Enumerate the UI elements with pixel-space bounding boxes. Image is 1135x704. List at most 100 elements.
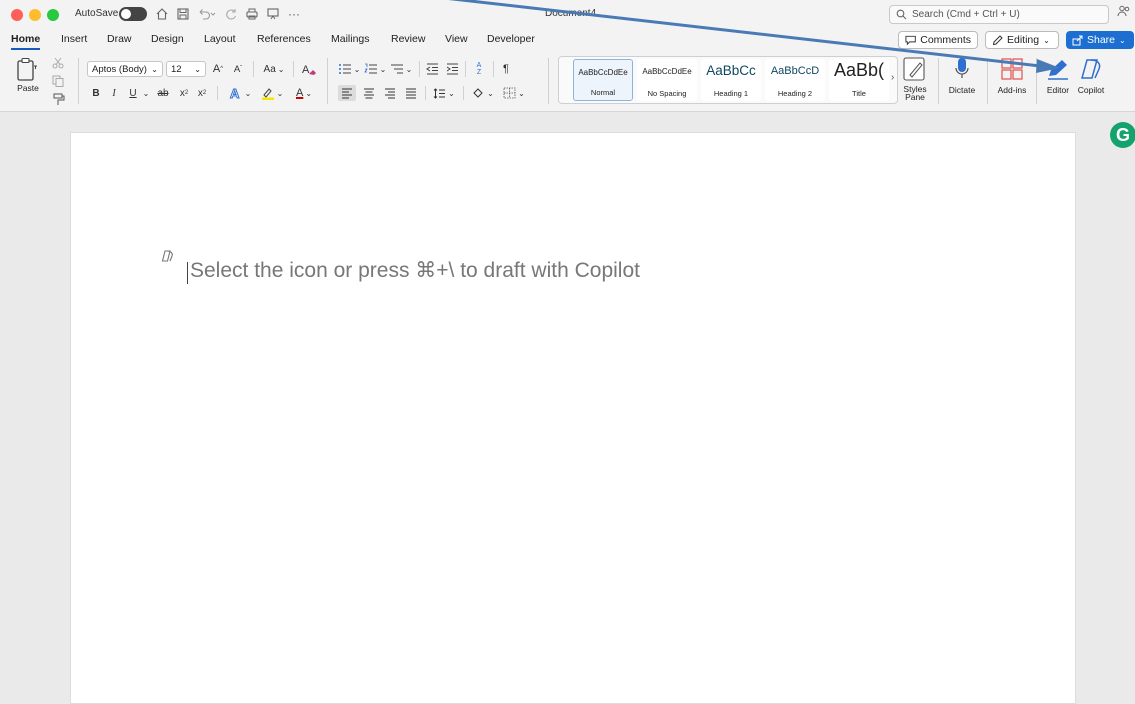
ribbon-separator	[293, 61, 294, 77]
more-commands-icon[interactable]: ···	[285, 4, 303, 24]
show-formatting-button[interactable]: ¶	[499, 60, 513, 78]
align-center-button[interactable]	[360, 85, 378, 101]
shrink-font-button[interactable]: Aˇ	[230, 60, 246, 78]
justify-button[interactable]	[402, 85, 420, 101]
tab-home[interactable]: Home	[11, 33, 41, 50]
tab-design[interactable]: Design	[151, 33, 184, 45]
style-title[interactable]: AaBb( Title	[829, 59, 889, 101]
tab-insert[interactable]: Insert	[61, 33, 87, 45]
title-bar: AutoSave ··· Document4 Search (Cmd + Ctr…	[0, 0, 1135, 28]
font-name-dropdown[interactable]: Aptos (Body) ⌄	[87, 61, 163, 77]
svg-text:A: A	[302, 64, 310, 76]
search-box[interactable]: Search (Cmd + Ctrl + U)	[889, 5, 1109, 24]
tab-draw[interactable]: Draw	[107, 33, 132, 45]
home-ribbon: Paste Aptos (Body) ⌄ 12 ⌄ A ^ Aˇ Aa ⌄ A B …	[0, 50, 1135, 112]
increase-indent-icon[interactable]	[444, 60, 460, 78]
shading-button[interactable]: ⌄	[470, 85, 496, 101]
gallery-more-icon[interactable]: ›	[891, 72, 894, 83]
style-heading-1[interactable]: AaBbCc Heading 1	[701, 59, 761, 101]
text-effects-button[interactable]: A ⌄	[226, 84, 254, 102]
tab-references[interactable]: References	[257, 33, 311, 45]
share-people-icon[interactable]	[1117, 4, 1131, 23]
tab-view[interactable]: View	[445, 33, 468, 45]
copy-icon[interactable]	[50, 74, 66, 88]
subscript-button[interactable]: x2	[177, 85, 191, 101]
tab-review[interactable]: Review	[391, 33, 425, 45]
ribbon-separator	[327, 58, 328, 104]
copilot-button[interactable]	[1078, 54, 1104, 84]
bold-button[interactable]: B	[90, 85, 102, 101]
minimize-window-button[interactable]	[29, 9, 41, 21]
chevron-down-icon[interactable]: ⌄	[141, 86, 151, 100]
style-normal[interactable]: AaBbCcDdEe Normal	[573, 59, 633, 101]
autosave-toggle[interactable]	[119, 7, 147, 21]
styles-pane-button[interactable]	[902, 54, 928, 84]
align-left-button[interactable]	[338, 85, 356, 101]
tab-layout[interactable]: Layout	[204, 33, 236, 45]
autosave-label: AutoSave	[75, 8, 119, 19]
clear-formatting-icon[interactable]: A	[300, 60, 318, 78]
ribbon-separator	[419, 61, 420, 77]
grammarly-icon[interactable]: G	[1110, 122, 1135, 148]
search-icon	[896, 9, 907, 20]
highlight-color-button[interactable]: ⌄	[258, 84, 286, 102]
font-color-button[interactable]: A ⌄	[290, 84, 318, 102]
format-painter-icon[interactable]	[50, 91, 66, 107]
superscript-button[interactable]: x2	[195, 85, 209, 101]
ribbon-separator	[1036, 58, 1037, 104]
text-cursor	[187, 262, 188, 284]
zoom-window-button[interactable]	[47, 9, 59, 21]
chevron-down-icon: ⌄	[353, 64, 361, 74]
addins-button[interactable]	[1000, 54, 1024, 84]
line-spacing-button[interactable]: ⌄	[430, 85, 458, 101]
editing-label: Editing	[1007, 34, 1040, 46]
document-page[interactable]	[70, 132, 1076, 704]
editor-button[interactable]	[1045, 54, 1071, 84]
tab-mailings[interactable]: Mailings	[331, 33, 370, 45]
decrease-indent-icon[interactable]	[424, 60, 440, 78]
change-case-button[interactable]: Aa ⌄	[260, 60, 288, 78]
ribbon-separator	[253, 61, 254, 77]
close-window-button[interactable]	[11, 9, 23, 21]
home-icon[interactable]	[153, 4, 171, 24]
sort-button[interactable]: A Z	[470, 60, 488, 78]
style-sample: AaBbCc	[706, 63, 756, 78]
style-no-spacing[interactable]: AaBbCcDdEe No Spacing	[637, 59, 697, 101]
paste-button[interactable]	[13, 56, 41, 84]
bullets-button[interactable]: ⌄	[336, 60, 362, 78]
style-name: Heading 1	[713, 89, 749, 98]
copilot-placeholder-text: Select the icon or press ⌘+\ to draft wi…	[190, 259, 640, 282]
borders-button[interactable]: ⌄	[499, 85, 529, 101]
share-button[interactable]: Share ⌄	[1066, 31, 1134, 49]
editing-mode-button[interactable]: Editing ⌄	[985, 31, 1059, 49]
sort-label: A Z	[476, 62, 482, 76]
dictate-button[interactable]	[952, 54, 972, 84]
redo-icon[interactable]	[222, 4, 240, 24]
cut-icon[interactable]	[50, 56, 66, 70]
comments-button[interactable]: Comments	[898, 31, 978, 49]
strikethrough-button[interactable]: ab	[155, 85, 171, 101]
copilot-margin-icon[interactable]	[160, 249, 174, 268]
print-icon[interactable]	[243, 4, 261, 24]
tab-developer[interactable]: Developer	[487, 33, 535, 45]
copilot-icon	[1081, 59, 1101, 79]
italic-button[interactable]: I	[108, 85, 120, 101]
touch-mode-icon[interactable]	[264, 4, 282, 24]
align-right-button[interactable]	[381, 85, 399, 101]
text-effects-icon: A	[229, 86, 240, 100]
style-name: Heading 2	[777, 89, 813, 98]
grow-font-button[interactable]: A ^	[210, 60, 226, 78]
ribbon-separator	[987, 58, 988, 104]
undo-icon[interactable]	[195, 4, 219, 24]
font-size-dropdown[interactable]: 12 ⌄	[166, 61, 206, 77]
numbering-button[interactable]: ⌄	[362, 60, 388, 78]
editor-label: Editor	[1046, 85, 1070, 95]
style-sample: AaBb(	[833, 60, 885, 80]
style-heading-2[interactable]: AaBbCcD Heading 2	[765, 59, 825, 101]
comments-label: Comments	[920, 34, 971, 46]
save-icon[interactable]	[174, 4, 192, 24]
multilevel-list-button[interactable]: ⌄	[388, 60, 414, 78]
underline-button[interactable]: U	[127, 85, 139, 101]
chevron-down-icon: ⌄	[405, 64, 413, 74]
align-right-icon	[385, 88, 395, 98]
